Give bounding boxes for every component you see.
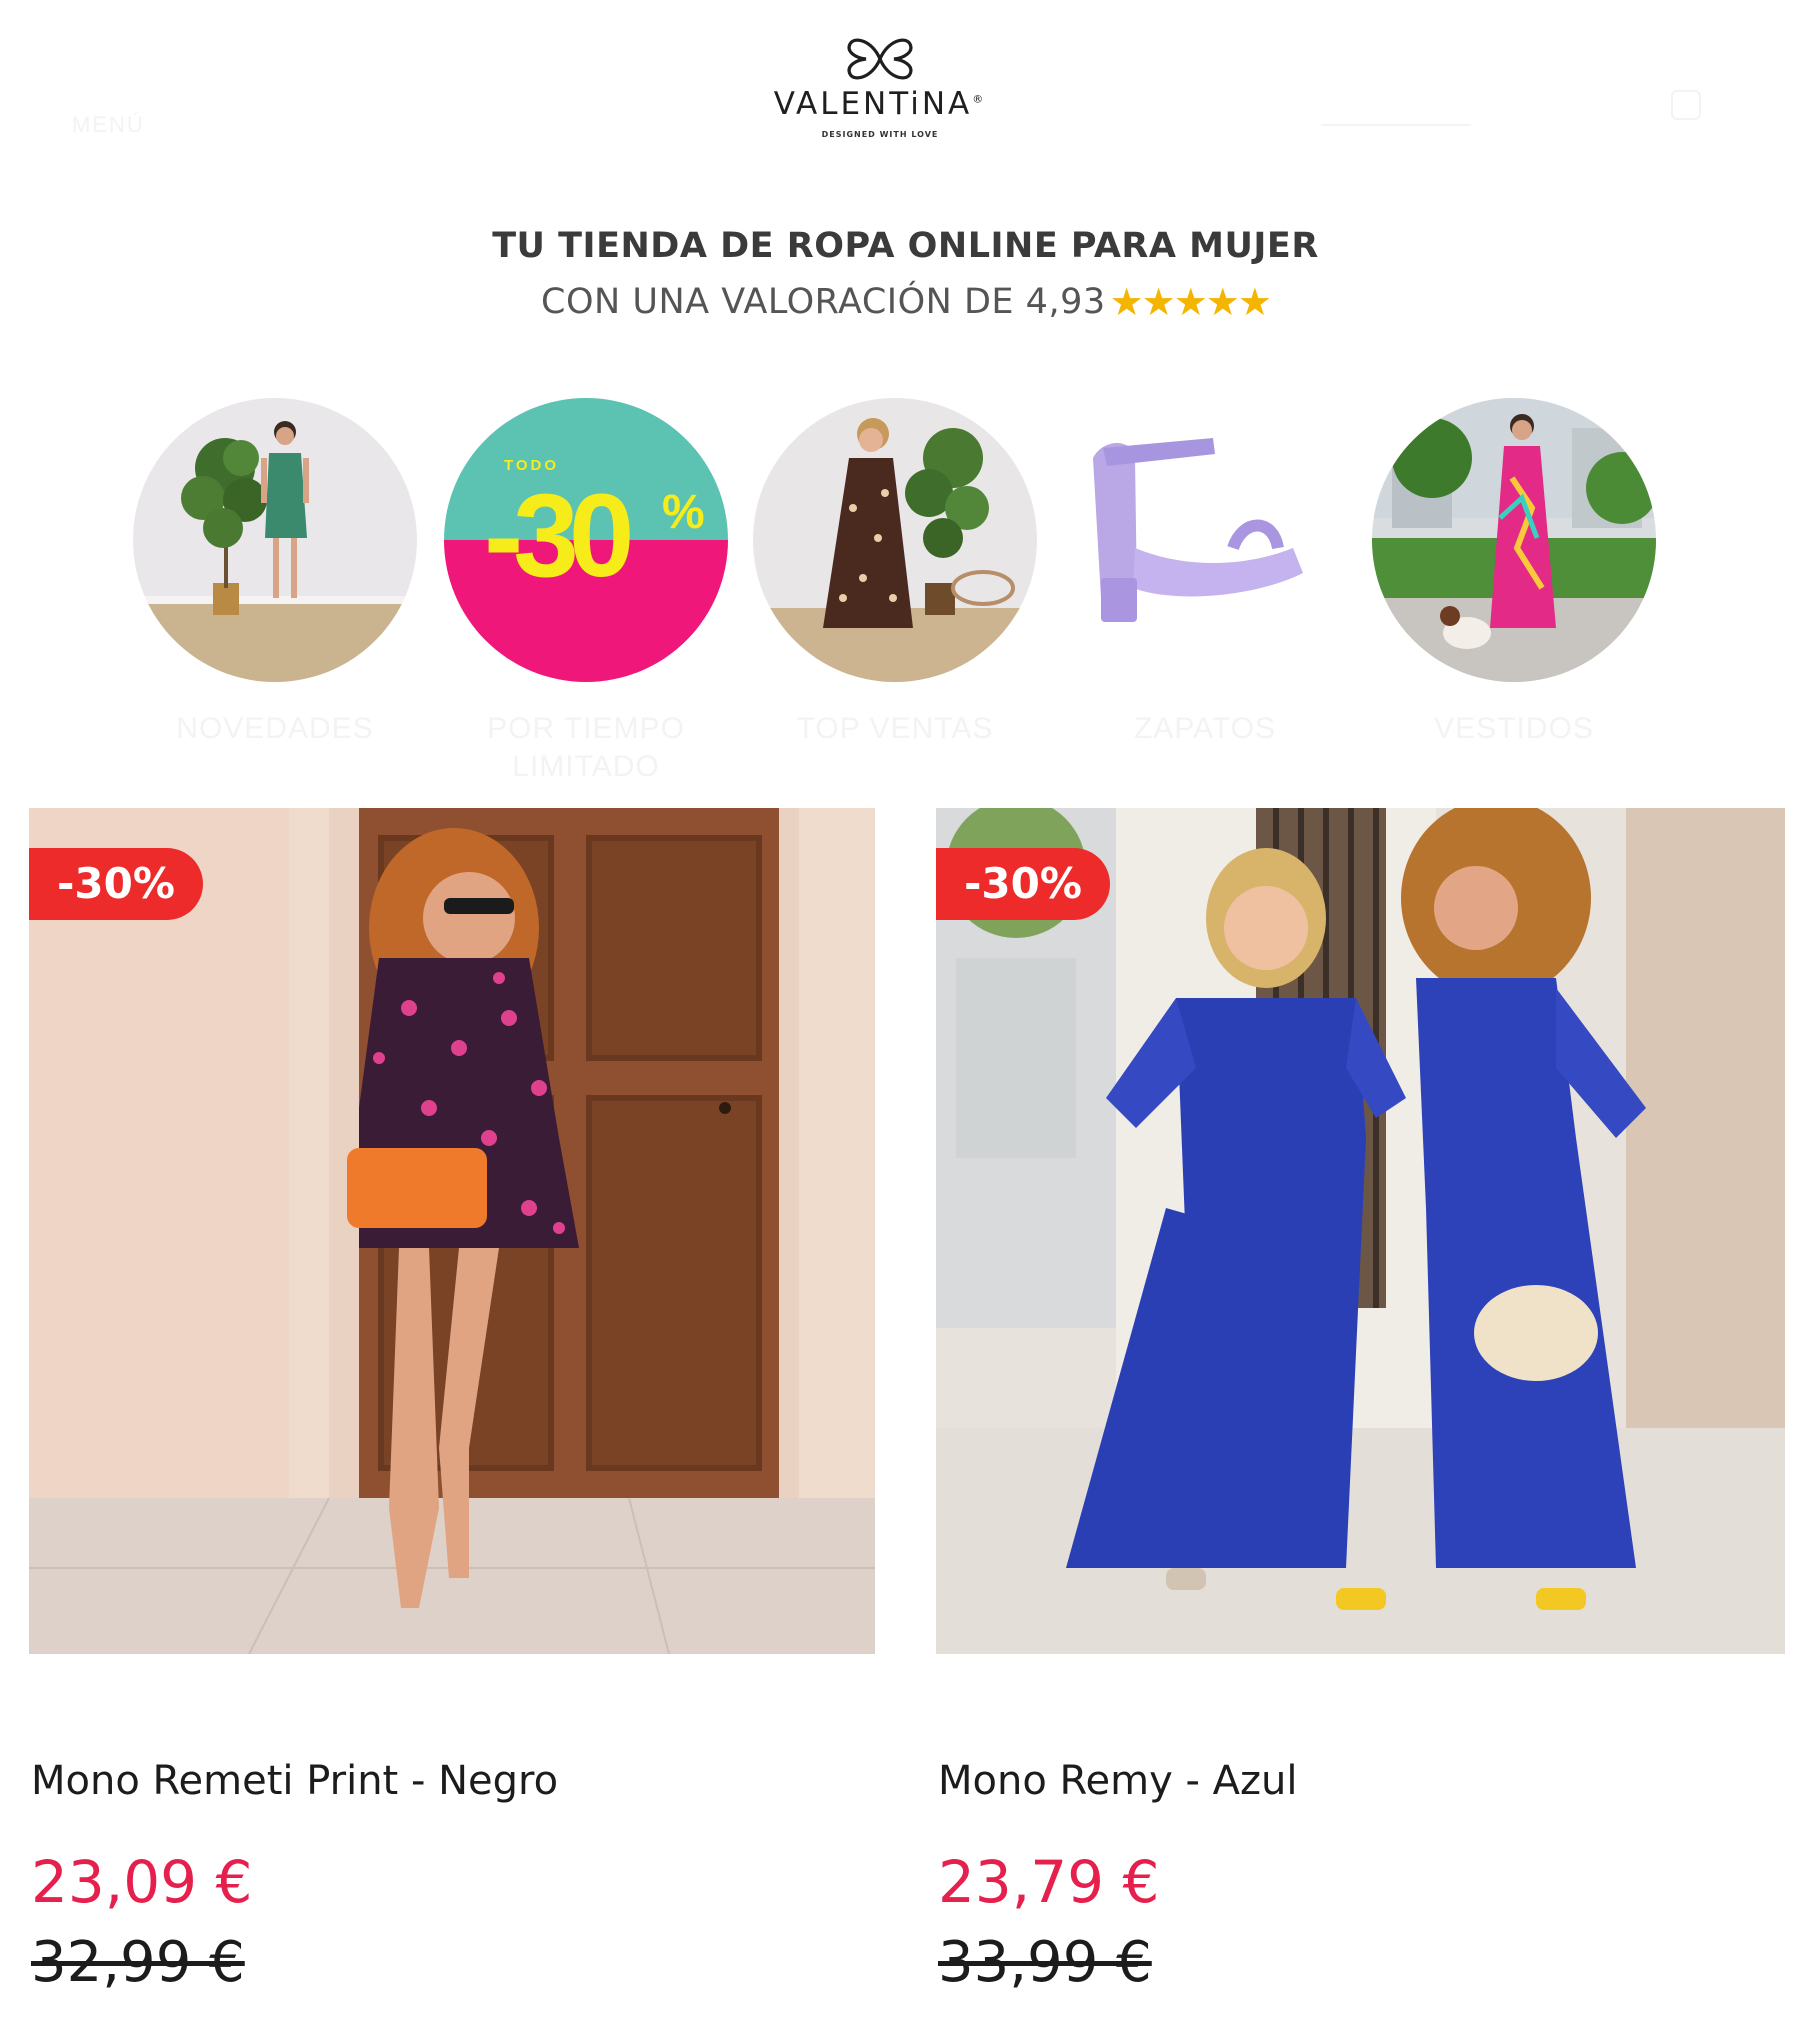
product-price-original: 33,99 € — [938, 1930, 1152, 1995]
brand-tagline: DESIGNED WITH LOVE — [821, 130, 939, 139]
cart-icon[interactable] — [1671, 90, 1701, 120]
category-label: NOVEDADES — [176, 712, 374, 745]
category-carousel: NOVEDADES TODO -30 % POR TIEMPO LIMITADO — [0, 398, 1811, 783]
product-name[interactable]: Mono Remeti Print - Negro — [31, 1758, 558, 1804]
category-zapatos[interactable]: ZAPATOS — [1063, 398, 1347, 748]
category-vestidos[interactable]: VESTIDOS — [1372, 398, 1656, 748]
woman-green-dress-photo-icon — [133, 398, 417, 682]
woman-polka-dress-photo-icon — [753, 398, 1037, 682]
category-label: POR TIEMPO LIMITADO — [487, 712, 685, 783]
category-por-tiempo-limitado[interactable]: TODO -30 % POR TIEMPO LIMITADO — [444, 398, 728, 786]
product-price-original: 32,99 € — [31, 1930, 245, 1995]
discount-badge: -30% — [936, 848, 1110, 920]
butterfly-logo-icon — [847, 38, 913, 80]
product-name[interactable]: Mono Remy - Azul — [938, 1758, 1297, 1804]
discount-badge: -30% — [29, 848, 203, 920]
woman-pink-dress-photo-icon — [1372, 398, 1656, 682]
search-input[interactable] — [1321, 100, 1471, 126]
product-image[interactable]: -30% — [29, 808, 875, 1654]
rating-text: CON UNA VALORACIÓN DE 4,93 — [541, 282, 1106, 322]
product-price-current: 23,79 € — [938, 1848, 1160, 1916]
lilac-sandal-photo-icon — [1063, 398, 1347, 682]
category-novedades[interactable]: NOVEDADES — [133, 398, 417, 748]
brand-logo[interactable]: VALENTiNA® DESIGNED WITH LOVE — [755, 34, 1005, 164]
promo-unit-text: % — [662, 486, 705, 539]
headline-rating: CON UNA VALORACIÓN DE 4,93 ★★★★★ — [541, 280, 1272, 324]
product-card[interactable]: -30% Mono Remy - Azul 23,79 € 33,99 € — [936, 808, 1785, 2008]
sale-30-percent-icon: TODO -30 % — [444, 398, 728, 682]
product-card[interactable]: -30% Mono Remeti Print - Negro 23,09 € 3… — [29, 808, 875, 2008]
site-header: MENÚ VALENTiNA® DESIGNED WITH LOVE — [0, 0, 1811, 200]
category-label: ZAPATOS — [1133, 712, 1277, 745]
store-headline: TU TIENDA DE ROPA ONLINE PARA MUJER CON … — [0, 226, 1811, 324]
promo-value-text: -30 — [484, 470, 630, 602]
rating-stars-icon: ★★★★★ — [1109, 280, 1272, 324]
brand-name: VALENTiNA® — [773, 86, 987, 122]
headline-title: TU TIENDA DE ROPA ONLINE PARA MUJER — [492, 226, 1319, 266]
category-label: TOP VENTAS — [796, 712, 994, 745]
category-label: VESTIDOS — [1434, 712, 1594, 745]
category-top-ventas[interactable]: TOP VENTAS — [753, 398, 1037, 748]
menu-button[interactable]: MENÚ — [72, 112, 145, 138]
product-price-current: 23,09 € — [31, 1848, 253, 1916]
product-image[interactable]: -30% — [936, 808, 1785, 1654]
